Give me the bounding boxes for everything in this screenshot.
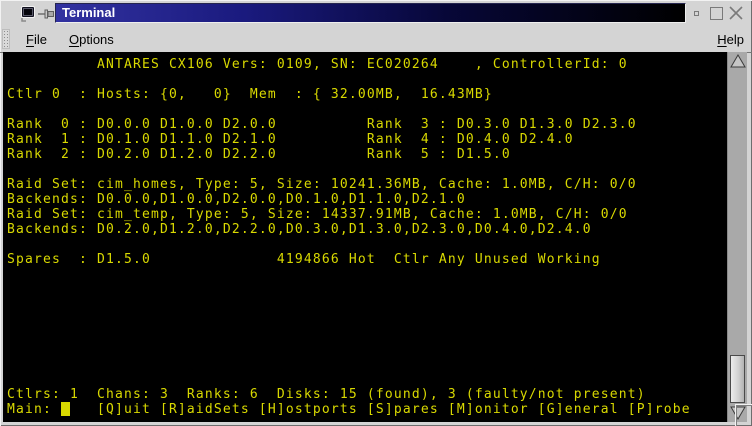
menu-item-file[interactable]: File xyxy=(26,32,47,47)
terminal-text: ANTARES CX106 Vers: 0109, SN: EC020264 ,… xyxy=(3,52,727,417)
minimize-button[interactable] xyxy=(694,11,699,16)
terminal-window: Terminal File Options Help ANTARES CX106… xyxy=(0,0,752,426)
maximize-button[interactable] xyxy=(710,7,723,20)
pin-icon[interactable] xyxy=(38,8,55,20)
menubar: File Options Help xyxy=(0,26,752,53)
terminal-screen[interactable]: ANTARES CX106 Vers: 0109, SN: EC020264 ,… xyxy=(3,52,727,422)
close-button[interactable] xyxy=(728,5,744,21)
terminal-cursor xyxy=(61,402,70,416)
menu-item-options[interactable]: Options xyxy=(69,32,114,47)
scrollbar-track[interactable] xyxy=(727,52,747,422)
window-title: Terminal xyxy=(55,3,686,23)
terminal-icon[interactable] xyxy=(20,5,36,22)
scrollbar-thumb[interactable] xyxy=(730,355,745,403)
titlebar[interactable]: Terminal xyxy=(0,0,752,26)
menu-drag-handle-icon[interactable] xyxy=(2,29,10,49)
menu-item-help[interactable]: Help xyxy=(717,32,744,47)
scroll-up-icon[interactable] xyxy=(728,52,748,70)
resize-grip[interactable] xyxy=(735,404,752,426)
